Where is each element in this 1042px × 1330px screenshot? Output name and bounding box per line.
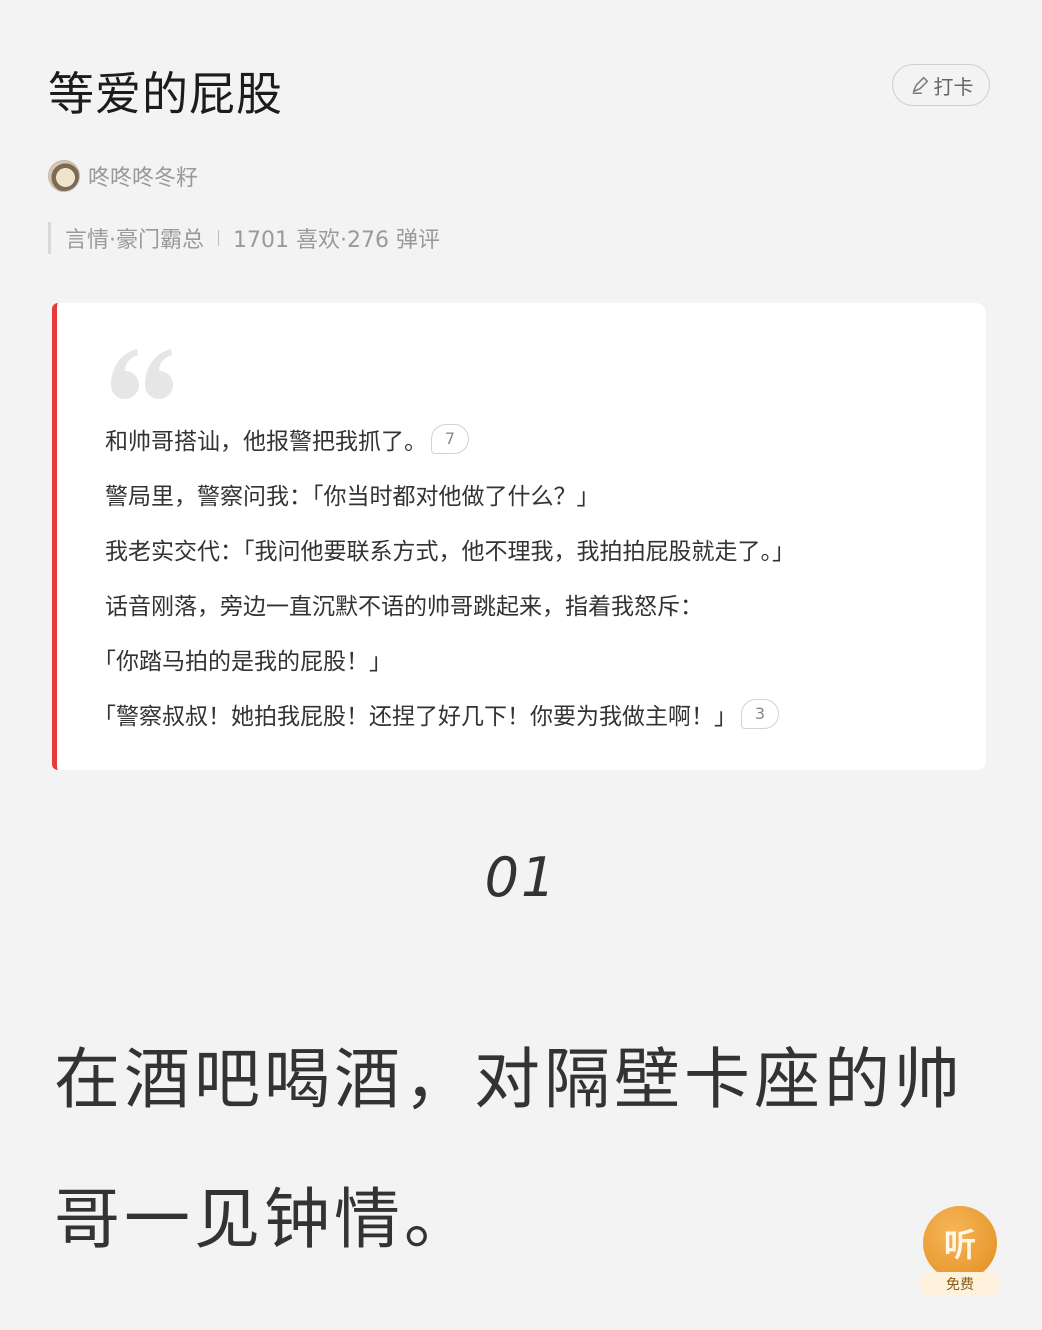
free-tag: 免费 <box>920 1272 1000 1296</box>
author-row[interactable]: 咚咚咚冬籽 <box>48 160 198 192</box>
checkin-button[interactable]: 打卡 <box>892 64 990 106</box>
quote-line: 警局里，警察问我：「你当时都对他做了什么？」 <box>105 466 795 521</box>
listen-icon-label: 听 <box>943 1226 976 1264</box>
chapter-number: 01 <box>484 846 558 909</box>
quote-line: 我老实交代：「我问他要联系方式，他不理我，我拍拍屁股就走了。」 <box>105 521 795 576</box>
quote-line: 话音刚落，旁边一直沉默不语的帅哥跳起来，指着我怒斥： <box>105 576 795 631</box>
quote-text: 「你踏马拍的是我的屁股！」 <box>93 648 392 675</box>
author-name[interactable]: 咚咚咚冬籽 <box>88 160 198 192</box>
reader-page: 等爱的屁股 打卡 咚咚咚冬籽 言情·豪门霸总 1701 喜欢·276 弹评 和帅… <box>0 0 1042 1330</box>
genre-tags: 言情·豪门霸总 <box>65 228 204 253</box>
quote-text: 警局里，警察问我：「你当时都对他做了什么？」 <box>105 483 600 510</box>
quote-text: 和帅哥搭讪，他报警把我抓了。 <box>105 428 427 455</box>
intro-quote-card: 和帅哥搭讪，他报警把我抓了。 7 警局里，警察问我：「你当时都对他做了什么？」 … <box>52 303 986 770</box>
quote-line: 「警察叔叔！她拍我屁股！还捏了好几下！你要为我做主啊！」 3 <box>93 686 795 741</box>
pen-icon <box>912 76 928 94</box>
story-stats: 1701 喜欢·276 弹评 <box>233 228 440 253</box>
quote-line: 「你踏马拍的是我的屁股！」 <box>93 631 795 686</box>
quote-text: 「警察叔叔！她拍我屁股！还捏了好几下！你要为我做主啊！」 <box>93 703 737 730</box>
quote-mark-icon <box>111 349 173 399</box>
listen-button[interactable]: 听 免费 <box>920 1206 1000 1296</box>
quote-line: 和帅哥搭讪，他报警把我抓了。 7 <box>105 411 795 466</box>
story-title: 等爱的屁股 <box>48 67 283 121</box>
meta-divider <box>218 230 219 246</box>
comment-count-badge[interactable]: 7 <box>431 423 469 454</box>
comment-count-badge[interactable]: 3 <box>741 698 779 729</box>
listen-icon[interactable]: 听 <box>923 1206 997 1280</box>
quote-lines: 和帅哥搭讪，他报警把我抓了。 7 警局里，警察问我：「你当时都对他做了什么？」 … <box>93 411 795 741</box>
checkin-label: 打卡 <box>933 74 974 99</box>
chapter-paragraph[interactable]: 在酒吧喝酒，对隔壁卡座的帅哥一见钟情。 <box>54 1010 994 1290</box>
avatar[interactable] <box>48 160 80 192</box>
story-meta: 言情·豪门霸总 1701 喜欢·276 弹评 <box>48 222 440 254</box>
quote-text: 我老实交代：「我问他要联系方式，他不理我，我拍拍屁股就走了。」 <box>105 538 795 565</box>
quote-text: 话音刚落，旁边一直沉默不语的帅哥跳起来，指着我怒斥： <box>105 593 703 620</box>
